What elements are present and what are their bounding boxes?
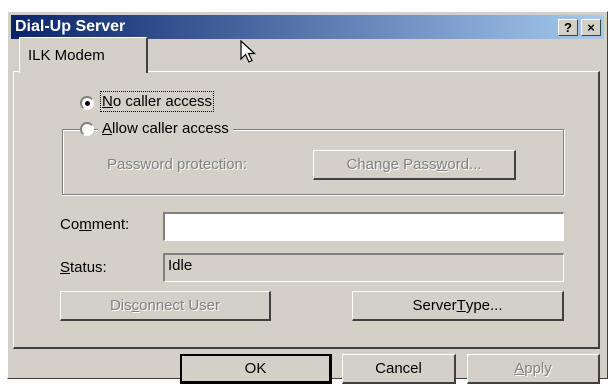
server-type-button[interactable]: Server Type... [352,291,564,321]
comment-label: Comment: [60,216,130,233]
close-icon: × [587,20,595,35]
password-protection-label: Password protection: [107,156,248,173]
close-button[interactable]: × [581,19,601,36]
help-button[interactable]: ? [558,19,578,36]
title-bar[interactable]: Dial-Up Server ? × [11,15,604,39]
no-caller-access-label[interactable]: No caller access [99,91,215,112]
no-caller-access-radio[interactable] [80,96,94,110]
allow-caller-access-label[interactable]: Allow caller access [98,120,233,137]
window-title: Dial-Up Server [15,18,126,35]
change-password-button[interactable]: Change Pass w ord... [313,150,516,180]
ok-button[interactable]: OK [180,354,332,384]
disconnect-user-button[interactable]: Dis c onnect User [60,291,271,321]
status-field: Idle [163,253,564,282]
allow-caller-access-radio[interactable] [80,122,94,136]
tab-ilk-modem[interactable]: ILK Modem [19,37,148,73]
mouse-pointer-icon [240,40,257,63]
status-label: Status: [60,259,107,276]
apply-button[interactable]: Apply [467,354,600,384]
help-icon: ? [564,20,572,35]
tab-label: ILK Modem [28,47,105,64]
status-value: Idle [168,257,193,274]
comment-field[interactable] [163,212,564,241]
cancel-button[interactable]: Cancel [342,354,456,384]
